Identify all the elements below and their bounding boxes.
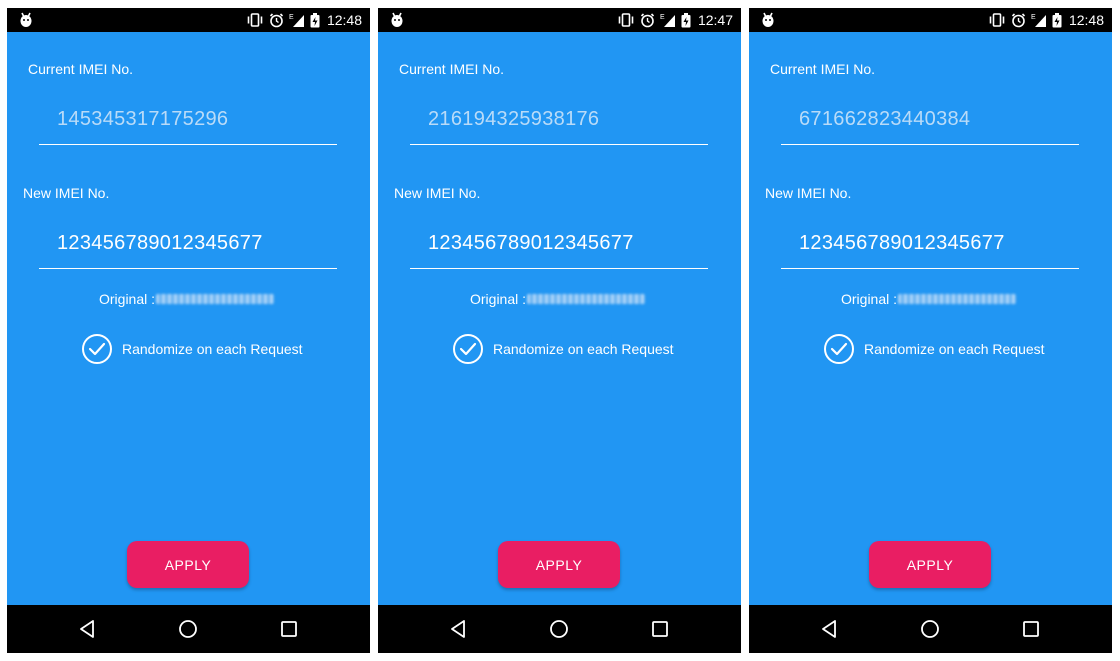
status-time: 12:47 [697, 12, 733, 28]
new-imei-field[interactable]: 123456789012345677 [781, 228, 1079, 269]
alarm-icon [269, 12, 284, 28]
vibrate-icon [988, 13, 1006, 27]
home-icon[interactable] [920, 619, 940, 639]
new-imei-label: New IMEI No. [23, 185, 110, 201]
status-bar: E 12:48 [749, 8, 1112, 32]
back-icon[interactable] [78, 619, 98, 639]
svg-text:E: E [289, 14, 294, 21]
home-icon[interactable] [549, 619, 569, 639]
current-imei-field[interactable]: 216194325938176 [410, 104, 708, 145]
signal-icon: E [289, 13, 305, 28]
current-imei-label: Current IMEI No. [28, 61, 134, 77]
randomize-label: Randomize on each Request [864, 341, 1045, 357]
app-icon [760, 11, 776, 29]
vibrate-icon [617, 13, 635, 27]
app-icon [389, 11, 405, 29]
check-circle-icon [82, 334, 112, 364]
battery-icon [1052, 12, 1062, 28]
vibrate-icon [246, 13, 264, 27]
status-bar: E 12:48 [7, 8, 370, 32]
battery-icon [310, 12, 320, 28]
new-imei-label: New IMEI No. [765, 185, 852, 201]
recent-apps-icon[interactable] [1021, 619, 1041, 639]
recent-apps-icon[interactable] [279, 619, 299, 639]
status-bar: E 12:47 [378, 8, 741, 32]
phone-screen: E 12:47 Current IMEI No. 216194325938176… [378, 8, 741, 653]
apply-button[interactable]: APPLY [869, 541, 991, 588]
check-circle-icon [824, 334, 854, 364]
signal-icon: E [1031, 13, 1047, 28]
navigation-bar [378, 605, 741, 653]
current-imei-label: Current IMEI No. [399, 61, 505, 77]
current-imei-field[interactable]: 145345317175296 [39, 104, 337, 145]
current-imei-label: Current IMEI No. [770, 61, 876, 77]
navigation-bar [749, 605, 1112, 653]
original-imei-redacted [156, 294, 274, 304]
battery-icon [681, 12, 691, 28]
new-imei-field[interactable]: 123456789012345677 [410, 228, 708, 269]
current-imei-value: 671662823440384 [799, 108, 971, 130]
original-imei-redacted [527, 294, 645, 304]
current-imei-value: 145345317175296 [57, 108, 229, 130]
recent-apps-icon[interactable] [650, 619, 670, 639]
original-imei-label: Original : [99, 291, 156, 307]
apply-button[interactable]: APPLY [127, 541, 249, 588]
signal-icon: E [660, 13, 676, 28]
randomize-label: Randomize on each Request [493, 341, 674, 357]
svg-text:E: E [660, 14, 665, 21]
original-imei-label: Original : [470, 291, 527, 307]
home-icon[interactable] [178, 619, 198, 639]
alarm-icon [1011, 12, 1026, 28]
new-imei-value: 123456789012345677 [799, 232, 1005, 254]
new-imei-value: 123456789012345677 [428, 232, 634, 254]
randomize-label: Randomize on each Request [122, 341, 303, 357]
current-imei-field[interactable]: 671662823440384 [781, 104, 1079, 145]
randomize-checkbox[interactable]: Randomize on each Request [82, 333, 303, 365]
navigation-bar [7, 605, 370, 653]
screenshots-row: E 12:48 Current IMEI No. 145345317175296… [0, 0, 1120, 661]
status-time: 12:48 [1068, 12, 1104, 28]
back-icon[interactable] [449, 619, 469, 639]
phone-screen: E 12:48 Current IMEI No. 145345317175296… [7, 8, 370, 653]
current-imei-value: 216194325938176 [428, 108, 600, 130]
back-icon[interactable] [820, 619, 840, 639]
original-imei-label: Original : [841, 291, 898, 307]
randomize-checkbox[interactable]: Randomize on each Request [824, 333, 1045, 365]
app-icon [18, 11, 34, 29]
phone-screen: E 12:48 Current IMEI No. 671662823440384… [749, 8, 1112, 653]
randomize-checkbox[interactable]: Randomize on each Request [453, 333, 674, 365]
alarm-icon [640, 12, 655, 28]
original-imei-redacted [898, 294, 1016, 304]
new-imei-value: 123456789012345677 [57, 232, 263, 254]
apply-button[interactable]: APPLY [498, 541, 620, 588]
new-imei-label: New IMEI No. [394, 185, 481, 201]
status-time: 12:48 [326, 12, 362, 28]
svg-text:E: E [1031, 14, 1036, 21]
new-imei-field[interactable]: 123456789012345677 [39, 228, 337, 269]
check-circle-icon [453, 334, 483, 364]
